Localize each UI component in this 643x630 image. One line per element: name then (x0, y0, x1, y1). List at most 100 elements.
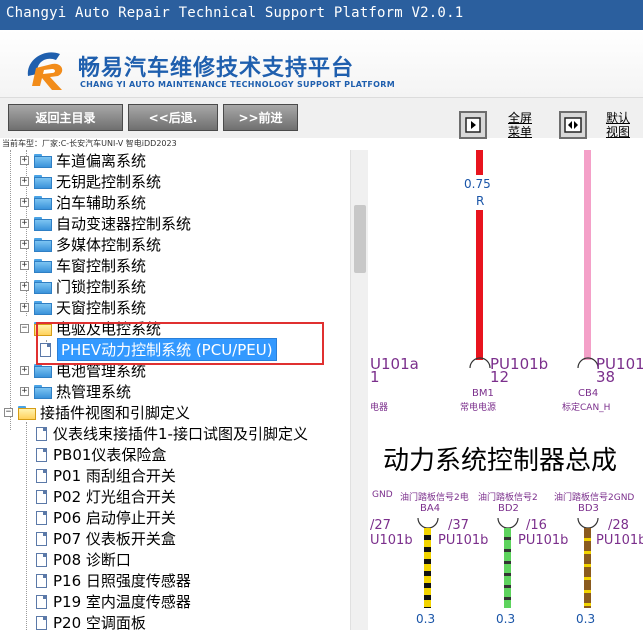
tree-item[interactable]: P08 诊断口 (36, 549, 131, 570)
expand-toggle-icon[interactable]: + (20, 366, 29, 375)
bottom-pin-desc-2: 油门踏板信号2电 (400, 493, 469, 503)
tree-item[interactable]: PB01仪表保险盒 (36, 444, 166, 465)
bottom-pin-desc-4: 油门踏板信号2GND (554, 493, 635, 503)
collapse-toggle-icon[interactable]: − (20, 324, 29, 333)
tree-item-label: 自动变速器控制系统 (56, 215, 192, 233)
folder-icon (33, 153, 53, 168)
document-icon (36, 531, 47, 546)
folder-icon (33, 174, 53, 189)
tree-item[interactable]: P06 启动停止开关 (36, 507, 176, 528)
bottom-conn-4: PU101b (596, 533, 643, 548)
folder-icon (33, 279, 53, 294)
expand-toggle-icon[interactable]: + (20, 156, 29, 165)
tree-item-label: P07 仪表板开关盒 (53, 530, 176, 548)
tree-item-label: 天窗控制系统 (56, 299, 147, 317)
tree-item-label: 接插件视图和引脚定义 (40, 404, 191, 422)
wire-color-label: R (476, 194, 485, 208)
tree-item[interactable]: + 泊车辅助系统 (20, 192, 146, 213)
tree-item[interactable]: + 多媒体控制系统 (20, 234, 161, 255)
tree-item[interactable]: P02 灯光组合开关 (36, 486, 176, 507)
tree-item[interactable]: P07 仪表板开关盒 (36, 528, 176, 549)
system-tree[interactable]: + 车道偏离系统 + 无钥匙控制系统 + 泊车辅助系统 + 自动变速器控制系统 + 多媒体控制系统… (0, 150, 350, 630)
bottom-pin-3: /16 (526, 518, 547, 533)
forward-button[interactable]: >>前进 (223, 104, 298, 131)
tree-item-label: P01 雨刮组合开关 (53, 467, 176, 485)
bottom-code-3: BD3 (578, 503, 599, 514)
tree-item[interactable]: P01 雨刮组合开关 (36, 465, 176, 486)
tree-item-label: PB01仪表保险盒 (53, 446, 167, 464)
fullscreen-menu-toggle[interactable] (459, 111, 487, 139)
tree-item[interactable]: + 车道偏离系统 (20, 150, 146, 171)
tree-item-label: P08 诊断口 (53, 551, 131, 569)
tree-item[interactable]: + 自动变速器控制系统 (20, 213, 191, 234)
expand-toggle-icon[interactable]: + (20, 177, 29, 186)
document-icon (36, 615, 47, 630)
folder-icon (33, 258, 53, 273)
tree-item[interactable]: + 车窗控制系统 (20, 255, 146, 276)
window-title-bar: Changyi Auto Repair Technical Support Pl… (0, 0, 643, 30)
connector-mid-pin: 12 (490, 368, 510, 386)
tree-item[interactable]: − 接插件视图和引脚定义 (4, 402, 190, 423)
tree-item-label: 车窗控制系统 (56, 257, 147, 275)
expand-toggle-icon[interactable]: + (20, 198, 29, 207)
tree-item-label: 泊车辅助系统 (56, 194, 147, 212)
bottom-pin-desc-3: 油门踏板信号2 (478, 493, 538, 503)
wiring-diagram[interactable]: 0.75 R U101a 1 PU101b 12 PU101 38 BM1 常电… (368, 150, 643, 630)
tree-item[interactable]: 仪表线束接插件1-接口试图及引脚定义 (36, 423, 308, 444)
tree-item[interactable]: + 天窗控制系统 (20, 297, 146, 318)
expand-toggle-icon[interactable]: + (20, 303, 29, 312)
tree-item[interactable]: P20 空调面板 (36, 612, 146, 630)
tree-item-label: 多媒体控制系统 (56, 236, 162, 254)
tree-item-label: P20 空调面板 (53, 614, 146, 630)
scrollbar-thumb[interactable] (354, 205, 366, 273)
document-icon (36, 594, 47, 609)
bottom-pin-desc-1: GND (372, 490, 393, 500)
tree-item-label: P19 室内温度传感器 (53, 593, 191, 611)
back-button[interactable]: <<后退. (128, 104, 218, 131)
default-view-toggle[interactable] (559, 111, 587, 139)
home-button[interactable]: 返回主目录 (8, 104, 123, 131)
document-icon (36, 447, 47, 462)
tree-item-label: 仪表线束接插件1-接口试图及引脚定义 (53, 425, 308, 443)
bottom-conn-3: PU101b (518, 533, 569, 548)
document-icon (36, 510, 47, 525)
default-view-link[interactable]: 默认 视图 (604, 111, 632, 139)
brand-title-en: CHANG YI AUTO MAINTENANCE TECHNOLOGY SUP… (80, 80, 395, 89)
expand-toggle-icon[interactable]: + (20, 261, 29, 270)
connector-arc-icon (469, 357, 491, 369)
fullscreen-menu-link[interactable]: 全屏 菜单 (506, 111, 534, 139)
expand-toggle-icon[interactable]: + (20, 387, 29, 396)
bottom-pin-2: /37 (448, 518, 469, 533)
selection-highlight-box (36, 322, 324, 365)
wire-size-label: 0.75 (464, 177, 491, 191)
tree-scrollbar[interactable] (350, 150, 368, 630)
current-vehicle-info: 当前车型：厂家:C-长安汽车UNI-V 智电iDD2023 (2, 139, 177, 148)
document-icon (36, 426, 47, 441)
document-icon (36, 468, 47, 483)
folder-icon (33, 363, 53, 378)
folder-icon (33, 300, 53, 315)
tree-item[interactable]: + 无钥匙控制系统 (20, 171, 161, 192)
fullscreen-menu-label-1: 全屏 (507, 111, 532, 125)
tree-item-label: 热管理系统 (56, 383, 132, 401)
default-view-label-2: 视图 (605, 125, 630, 139)
pin-code-cb4: CB4 (578, 388, 599, 399)
app-logo-icon (27, 52, 63, 90)
expand-toggle-icon[interactable]: + (20, 219, 29, 228)
connector-right-pin: 38 (596, 368, 616, 386)
tree-item[interactable]: + 热管理系统 (20, 381, 131, 402)
expand-toggle-icon[interactable]: + (20, 282, 29, 291)
component-title: 动力系统控制器总成 (383, 446, 618, 476)
bottom-size-1: 0.3 (416, 612, 436, 626)
connector-left-pin: 1 (370, 368, 380, 386)
panel-collapse-icon (465, 117, 481, 133)
tree-item-label: 无钥匙控制系统 (56, 173, 162, 191)
tree-item[interactable]: P19 室内温度传感器 (36, 591, 191, 612)
bottom-pin-4: /28 (608, 518, 629, 533)
toolbar: 返回主目录 <<后退. >>前进 全屏 菜单 默认 视图 (0, 98, 643, 139)
tree-item[interactable]: + 门锁控制系统 (20, 276, 146, 297)
expand-toggle-icon[interactable]: + (20, 240, 29, 249)
tree-item[interactable]: P16 日照强度传感器 (36, 570, 191, 591)
collapse-toggle-icon[interactable]: − (4, 408, 13, 417)
tree-item-label: 门锁控制系统 (56, 278, 147, 296)
